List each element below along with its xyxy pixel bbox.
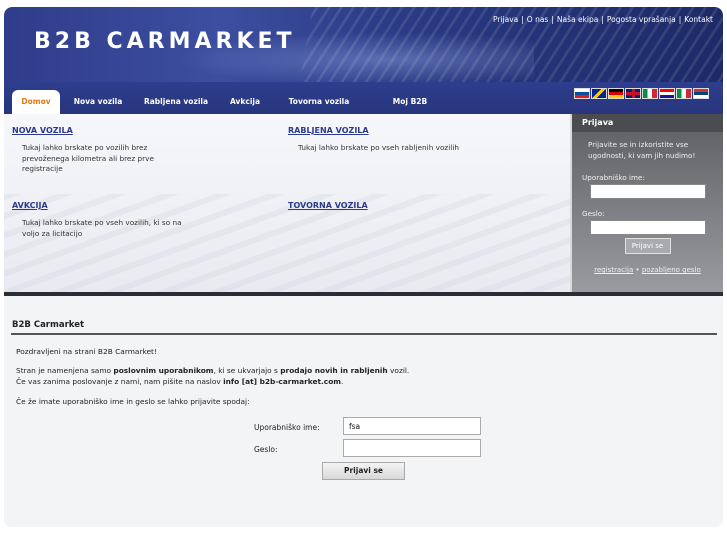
site-header: B2B CARMARKET Prijava | O nas | Naša ekipa | P… bbox=[4, 7, 723, 87]
sidebar-username-input[interactable] bbox=[590, 184, 706, 199]
category-desc: Tukaj lahko brskate po vozilih brez prev… bbox=[22, 143, 154, 173]
category-desc: Tukaj lahko brskate po vseh rabljenih vo… bbox=[298, 143, 459, 152]
title-rule bbox=[11, 333, 717, 335]
category-title-rabljena-vozila[interactable]: RABLJENA VOZILA bbox=[288, 126, 518, 135]
password-label: Geslo: bbox=[254, 445, 278, 454]
bosnia-flag-icon[interactable] bbox=[591, 88, 607, 99]
category-title-avkcija[interactable]: AVKCIJA bbox=[12, 201, 187, 210]
link-separator: | bbox=[551, 15, 554, 24]
main-content: B2B Carmarket Pozdravljeni na strani B2B… bbox=[4, 296, 723, 527]
category-desc: Tukaj lahko brskate po vseh vozilih, ki … bbox=[22, 218, 182, 238]
password-input[interactable] bbox=[343, 439, 481, 457]
text-fragment: Če vas zanima poslovanje z nami, nam piš… bbox=[16, 377, 224, 386]
text-fragment: vozil. bbox=[387, 366, 410, 375]
link-prijava[interactable]: Prijava bbox=[493, 15, 518, 24]
italy-flag-icon[interactable] bbox=[642, 88, 658, 99]
category-nova-vozila: NOVA VOZILA Tukaj lahko brskate po vozil… bbox=[12, 126, 187, 175]
sidebar-login: Prijava Prijavite se in izkoristite vse … bbox=[570, 114, 723, 298]
germany-flag-icon[interactable] bbox=[608, 88, 624, 99]
category-avkcija: AVKCIJA Tukaj lahko brskate po vseh vozi… bbox=[12, 201, 187, 239]
link-separator: | bbox=[521, 15, 524, 24]
serbia-flag-icon[interactable] bbox=[693, 88, 709, 99]
tab-nova-vozila[interactable]: Nova vozila bbox=[60, 90, 136, 114]
link-faq[interactable]: Pogosta vprašanja bbox=[607, 15, 676, 24]
tab-domov[interactable]: Domov bbox=[12, 90, 60, 114]
croatia-flag-icon[interactable] bbox=[659, 88, 675, 99]
text-fragment: . bbox=[340, 377, 344, 386]
sidebar-title: Prijava bbox=[572, 114, 723, 132]
nav-tabs: Domov Nova vozila Rabljena vozila Avkcij… bbox=[12, 90, 436, 114]
category-rabljena-vozila: RABLJENA VOZILA Tukaj lahko brskate po v… bbox=[288, 126, 518, 154]
tab-tovorna-vozila[interactable]: Tovorna vozila bbox=[274, 90, 364, 114]
sidebar-links: registracija • pozabljeno geslo bbox=[572, 266, 723, 274]
text-fragment: Stran je namenjena samo bbox=[16, 366, 114, 375]
sidebar-intro: Prijavite se in izkoristite vse ugodnost… bbox=[588, 140, 696, 160]
top-links: Prijava | O nas | Naša ekipa | Pogosta vprašan… bbox=[493, 15, 713, 24]
greeting-text: Pozdravljeni na strani B2B Carmarket! bbox=[16, 347, 157, 356]
register-link[interactable]: registracija bbox=[594, 266, 633, 274]
link-separator: | bbox=[678, 15, 682, 24]
category-title-nova-vozila[interactable]: NOVA VOZILA bbox=[12, 126, 187, 135]
tab-rabljena-vozila[interactable]: Rabljena vozila bbox=[136, 90, 216, 114]
main-nav: Domov Nova vozila Rabljena vozila Avkcij… bbox=[4, 82, 723, 114]
tab-avkcija[interactable]: Avkcija bbox=[216, 90, 274, 114]
link-kontakt[interactable]: Kontakt bbox=[684, 15, 713, 24]
login-prompt: Če že imate uporabniško ime in geslo se … bbox=[16, 397, 250, 406]
link-nasa-ekipa[interactable]: Naša ekipa bbox=[557, 15, 599, 24]
text-bold: poslovnim uporabnikom bbox=[113, 366, 214, 375]
contact-email: info [at] b2b-carmarket.com bbox=[223, 377, 341, 386]
language-flags bbox=[574, 88, 709, 99]
category-tovorna-vozila: TOVORNA VOZILA bbox=[288, 201, 368, 210]
text-bold: prodajo novih in rabljenih bbox=[280, 366, 388, 375]
username-label: Uporabniško ime: bbox=[254, 423, 320, 432]
slovenia-flag-icon[interactable] bbox=[574, 88, 590, 99]
sidebar-username-label: Uporabniško ime: bbox=[582, 173, 645, 182]
sidebar-password-input[interactable] bbox=[590, 220, 706, 235]
category-title-tovorna-vozila[interactable]: TOVORNA VOZILA bbox=[288, 201, 368, 210]
sidebar-password-label: Geslo: bbox=[582, 209, 605, 218]
intro-line-1: Stran je namenjena samo poslovnim uporab… bbox=[16, 365, 409, 376]
main-title: B2B Carmarket bbox=[12, 320, 85, 330]
italy-flag-icon-2[interactable] bbox=[676, 88, 692, 99]
forgot-password-link[interactable]: pozabljeno geslo bbox=[642, 266, 701, 274]
tab-moj-b2b[interactable]: Moj B2B bbox=[384, 90, 436, 114]
intro-line-2: Če vas zanima poslovanje z nami, nam piš… bbox=[16, 376, 343, 387]
link-separator: | bbox=[601, 15, 604, 24]
page-container: B2B CARMARKET Prijava | O nas | Naša ekipa | P… bbox=[4, 7, 723, 527]
login-button[interactable]: Prijavi se bbox=[322, 462, 405, 480]
link-dot: • bbox=[635, 266, 640, 274]
uk-flag-icon[interactable] bbox=[625, 88, 641, 99]
username-input[interactable]: fsa bbox=[343, 417, 481, 435]
sidebar-login-button[interactable]: Prijavi se bbox=[624, 238, 671, 254]
text-fragment: , ki se ukvarjajo s bbox=[213, 366, 281, 375]
link-o-nas[interactable]: O nas bbox=[527, 15, 549, 24]
site-logo[interactable]: B2B CARMARKET bbox=[34, 29, 296, 54]
category-panel: NOVA VOZILA Tukaj lahko brskate po vozil… bbox=[4, 114, 570, 304]
